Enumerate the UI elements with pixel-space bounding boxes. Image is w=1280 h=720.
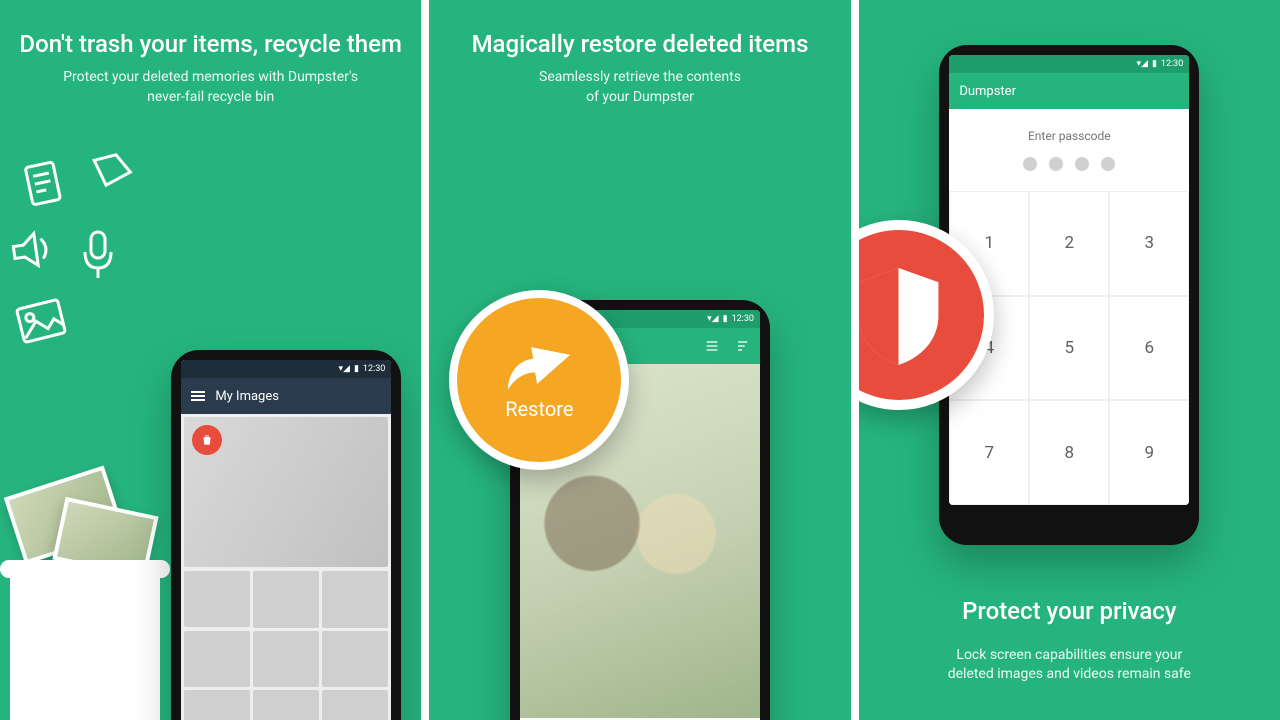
keypad-key[interactable]: 8 — [1029, 400, 1109, 505]
image-icon — [12, 295, 71, 348]
grid-image[interactable] — [322, 631, 388, 688]
promo-panel-recycle: Don't trash your items, recycle them Pro… — [0, 0, 421, 720]
list-view-icon[interactable] — [704, 338, 720, 354]
recycle-bin-illustration — [0, 570, 190, 720]
headline: Magically restore deleted items — [429, 30, 850, 58]
status-bar: ▾◢ ▮ 12:30 — [949, 55, 1189, 73]
subheadline: Seamlessly retrieve the contentsof your … — [429, 68, 850, 107]
grid-image[interactable] — [253, 571, 319, 628]
signal-icon: ▾◢ — [339, 364, 350, 374]
headline: Don't trash your items, recycle them — [0, 30, 421, 58]
grid-image-selected[interactable] — [184, 417, 388, 567]
sort-icon[interactable] — [734, 338, 750, 354]
grid-image[interactable] — [322, 690, 388, 720]
keypad-key[interactable]: 5 — [1029, 296, 1109, 401]
signal-icon: ▾◢ — [707, 314, 718, 324]
mic-icon — [78, 228, 118, 284]
status-time: 12:30 — [363, 364, 385, 374]
keypad-key[interactable]: 3 — [1109, 191, 1189, 296]
grid-image[interactable] — [184, 690, 250, 720]
image-grid[interactable] — [181, 414, 391, 720]
keypad-key[interactable]: 9 — [1109, 400, 1189, 505]
passcode-dots — [1023, 157, 1115, 171]
keypad-key[interactable]: 7 — [949, 400, 1029, 505]
promo-panel-privacy: ▾◢ ▮ 12:30 Dumpster Enter passcode 1 2 3… — [859, 0, 1280, 720]
battery-icon: ▮ — [1152, 59, 1157, 69]
status-time: 12:30 — [732, 314, 754, 324]
passcode-label: Enter passcode — [1028, 129, 1111, 143]
signal-icon: ▾◢ — [1136, 59, 1147, 69]
restore-label: Restore — [505, 397, 573, 421]
app-bar-title: My Images — [215, 389, 279, 404]
app-bar: My Images — [181, 378, 391, 414]
shield-icon — [859, 263, 947, 368]
restore-badge[interactable]: Restore — [449, 290, 629, 470]
grid-image[interactable] — [184, 631, 250, 687]
status-bar: ▾◢ ▮ 12:30 — [181, 360, 391, 378]
app-bar-title: Dumpster — [959, 84, 1016, 99]
phone-mock-gallery: ▾◢ ▮ 12:30 My Images — [171, 350, 401, 720]
menu-icon[interactable] — [191, 391, 205, 401]
trash-icon — [200, 433, 214, 447]
keypad-key[interactable]: 2 — [1029, 191, 1109, 296]
subheadline: Protect your deleted memories with Dumps… — [0, 68, 421, 107]
grid-image[interactable] — [253, 631, 319, 688]
headline: Protect your privacy — [859, 597, 1280, 625]
status-time: 12:30 — [1161, 59, 1183, 69]
document-icon — [20, 156, 69, 211]
speaker-icon — [7, 227, 56, 273]
grid-image[interactable] — [184, 571, 250, 627]
delete-badge[interactable] — [192, 425, 222, 455]
battery-icon: ▮ — [723, 314, 728, 324]
app-bar: Dumpster — [949, 73, 1189, 109]
grid-image[interactable] — [253, 690, 319, 720]
battery-icon: ▮ — [354, 364, 359, 374]
keypad-key[interactable]: 6 — [1109, 296, 1189, 401]
restore-arrow-icon — [504, 340, 574, 395]
diamond-icon — [83, 144, 139, 196]
subheadline: Lock screen capabilities ensure yourdele… — [879, 646, 1260, 685]
promo-panel-restore: Magically restore deleted items Seamless… — [429, 0, 850, 720]
grid-image[interactable] — [322, 571, 388, 628]
